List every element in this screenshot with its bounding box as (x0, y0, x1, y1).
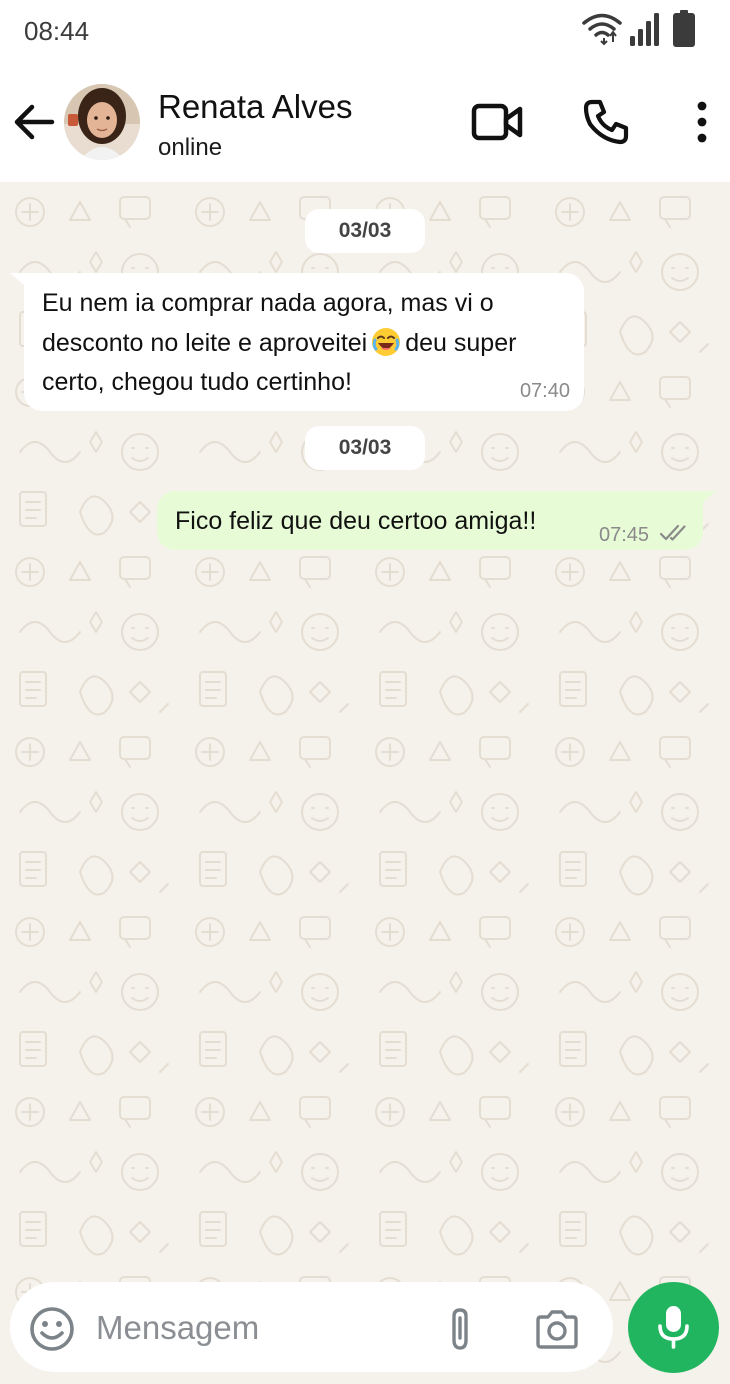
message-composer (10, 1282, 613, 1372)
camera-icon[interactable] (534, 1308, 580, 1350)
microphone-button[interactable] (628, 1282, 719, 1373)
date-separator: 03/03 (305, 426, 425, 470)
paperclip-icon[interactable] (442, 1306, 478, 1352)
laughing-emoji-icon (372, 327, 401, 356)
message-time: 07:45 (599, 524, 650, 546)
status-time: 08:44 (24, 16, 90, 46)
signal-icon (630, 13, 659, 46)
arrow-left-icon[interactable] (12, 100, 56, 144)
date-separator: 03/03 (305, 209, 425, 253)
contact-status: online (158, 134, 223, 161)
contact-name[interactable]: Renata Alves (158, 88, 352, 126)
message-bubble-outgoing[interactable]: Fico feliz que deu certoo amiga!! 07:45 (157, 491, 703, 550)
avatar[interactable] (64, 84, 140, 160)
microphone-icon (658, 1306, 689, 1349)
chat-header: Renata Alves online (0, 64, 730, 182)
battery-icon (673, 10, 695, 47)
more-vertical-icon[interactable] (688, 100, 716, 144)
double-check-icon (659, 524, 686, 541)
chat-area[interactable]: 03/03 Eu nem ia comprar nada agora, mas … (0, 182, 730, 1384)
phone-icon[interactable] (582, 98, 630, 146)
wifi-icon (582, 13, 622, 46)
status-bar: 08:44 (0, 0, 730, 64)
bubble-tail (700, 491, 716, 505)
message-time: 07:40 (519, 380, 570, 402)
message-bubble-incoming[interactable]: Eu nem ia comprar nada agora, mas vi o d… (24, 273, 584, 411)
video-call-icon[interactable] (470, 100, 524, 144)
message-text: Eu nem ia comprar nada agora, mas vi o d… (42, 284, 572, 403)
message-input[interactable] (96, 1304, 416, 1352)
message-text: Fico feliz que deu certoo amiga!! (175, 507, 537, 535)
emoji-icon[interactable] (28, 1305, 76, 1353)
